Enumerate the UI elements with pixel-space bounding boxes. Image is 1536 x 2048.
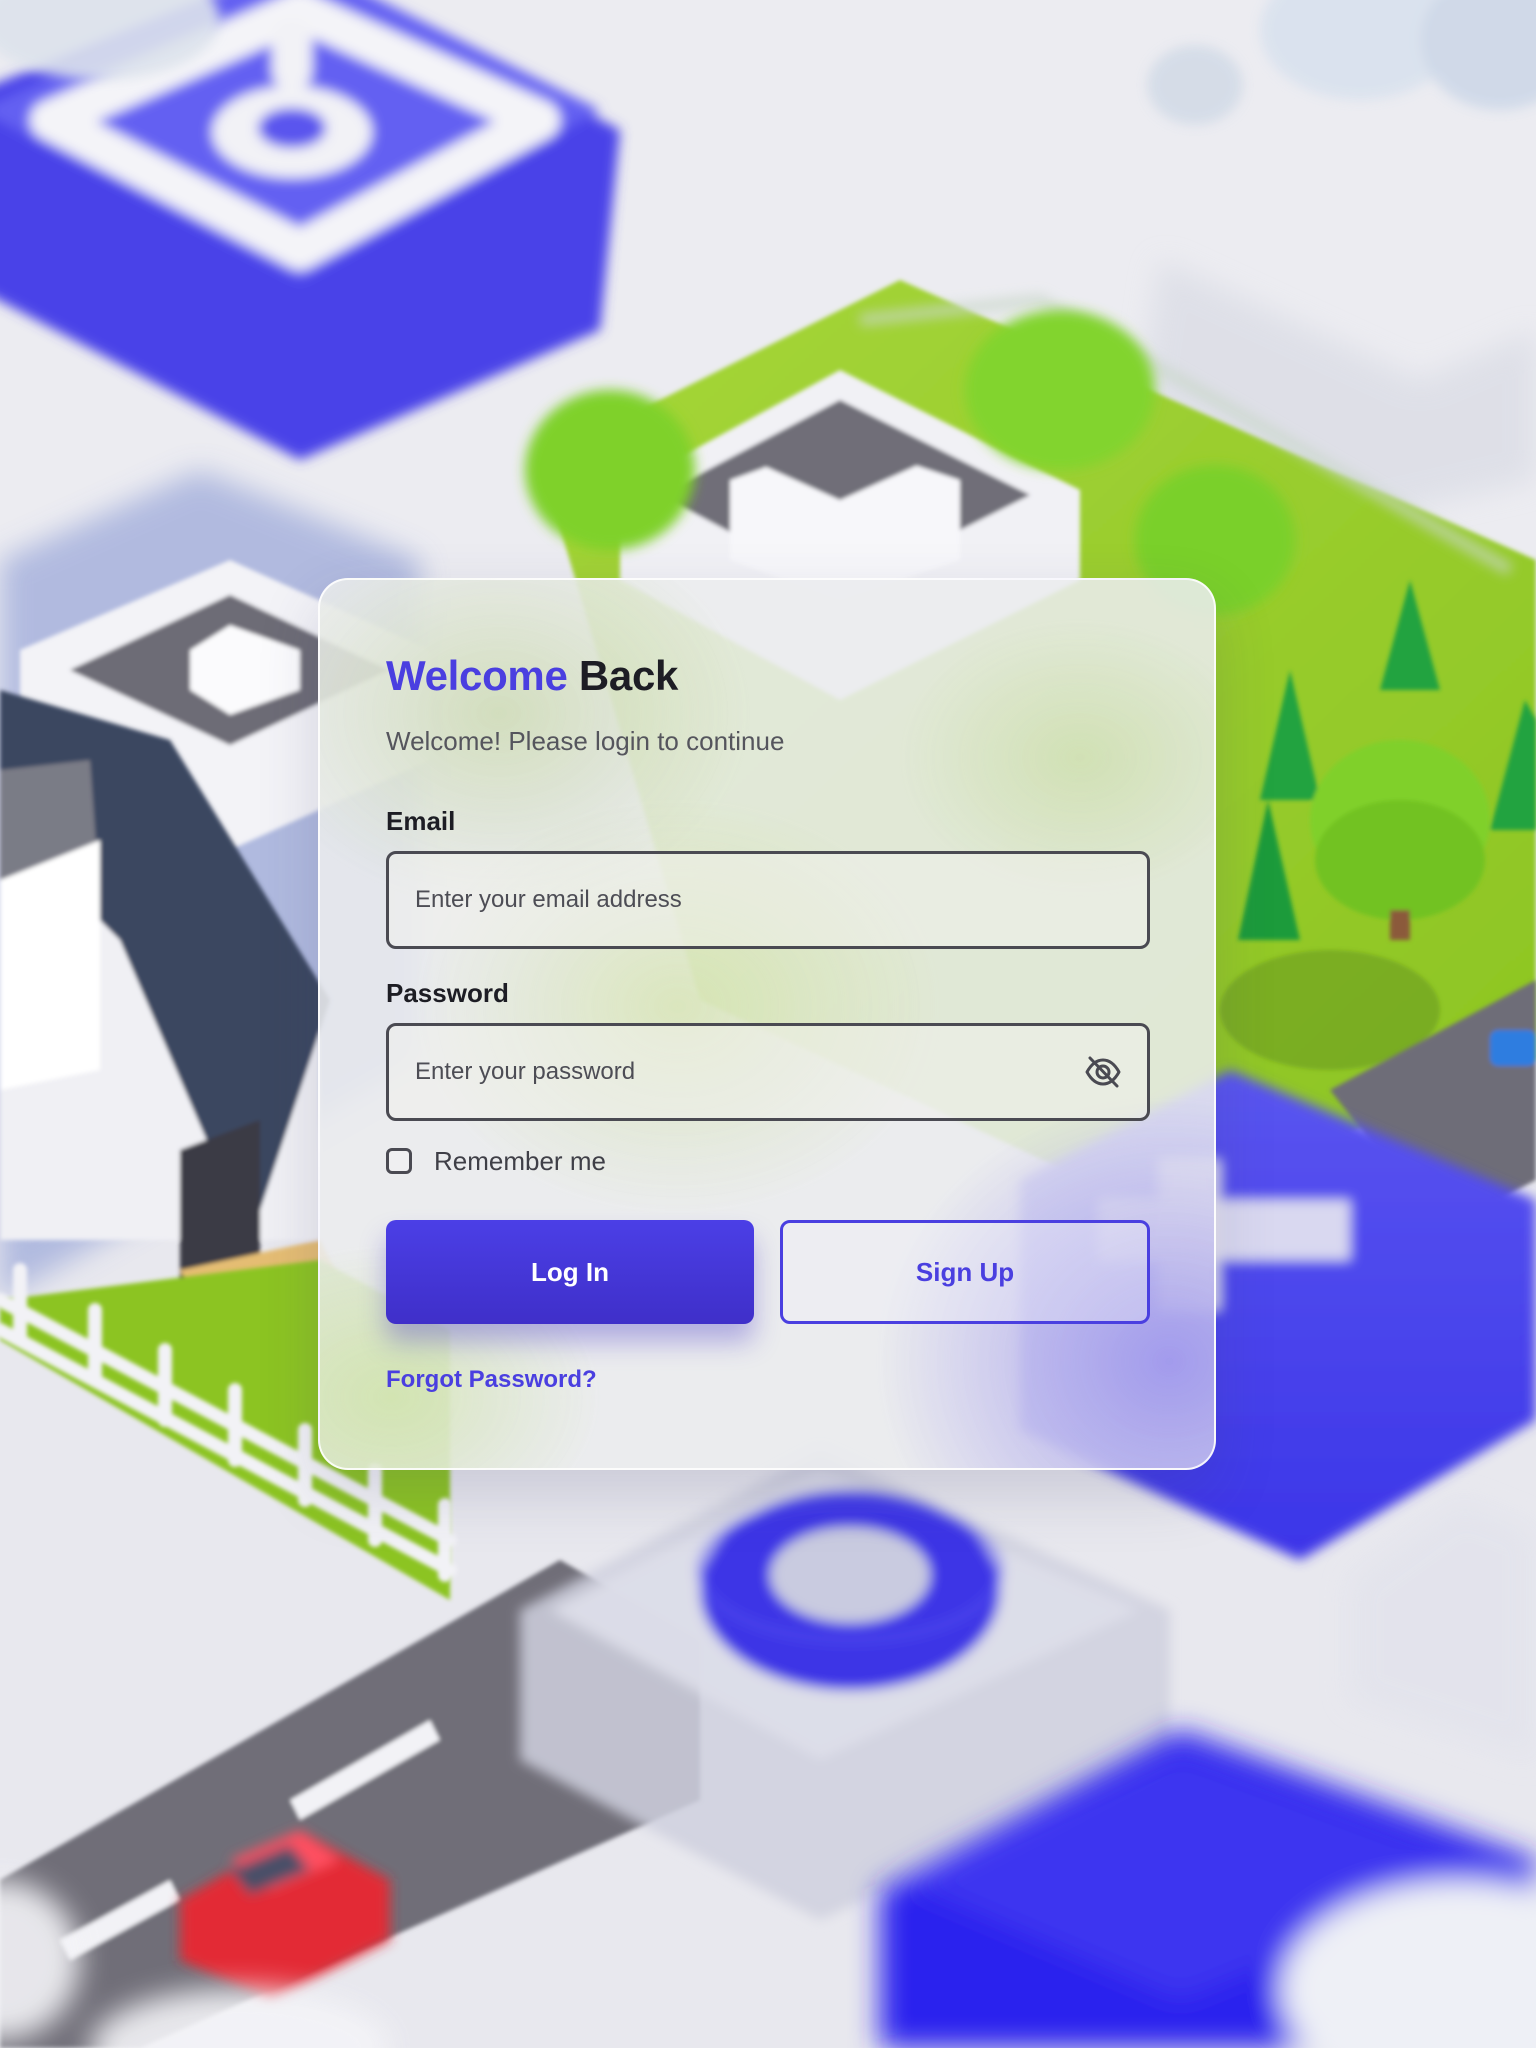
password-field[interactable] [386,1023,1150,1121]
forgot-password-link[interactable]: Forgot Password? [386,1366,597,1394]
login-button[interactable]: Log In [386,1220,754,1324]
eye-off-icon[interactable] [1084,1054,1122,1090]
email-label: Email [386,806,456,836]
remember-me-toggle[interactable]: Remember me [386,1144,606,1178]
title-accent: Welcome [386,652,568,699]
title-rest: Back [578,652,679,699]
email-field[interactable] [386,851,1150,949]
page-title: Welcome Back [386,652,678,700]
subtitle: Welcome! Please login to continue [386,726,785,756]
remember-me-label: Remember me [434,1145,606,1176]
remember-me-checkbox[interactable] [386,1148,412,1174]
password-label: Password [386,978,509,1008]
signup-button[interactable]: Sign Up [780,1220,1150,1324]
login-card: Welcome Back Welcome! Please login to co… [318,578,1216,1470]
